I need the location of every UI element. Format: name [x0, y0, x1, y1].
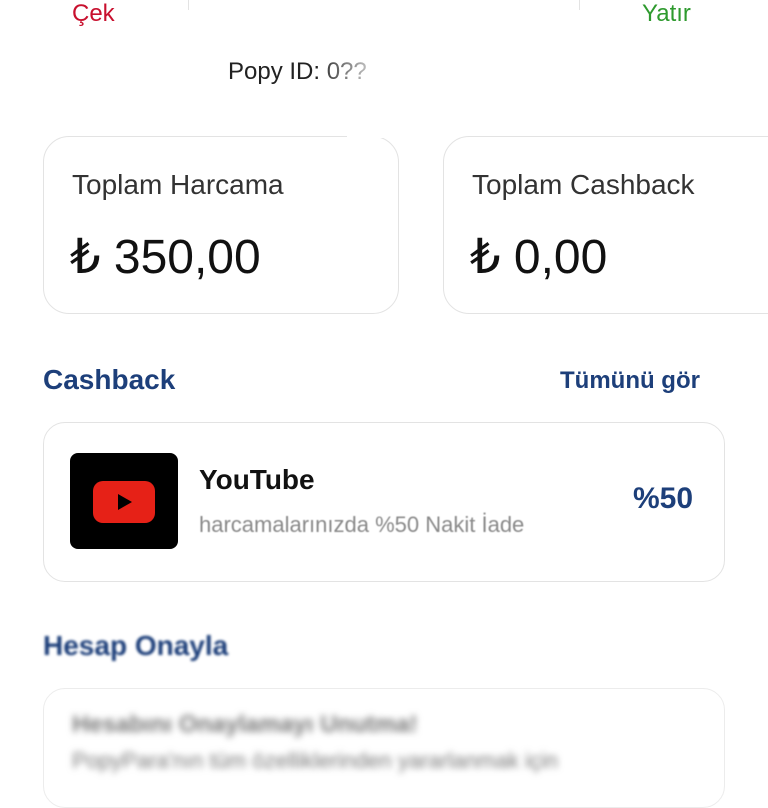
header-overlay	[347, 100, 399, 138]
withdraw-button[interactable]: Çek	[72, 0, 115, 28]
youtube-icon	[70, 453, 178, 549]
user-id-label: Popy ID: 0??	[228, 58, 367, 85]
total-cashback-label: Toplam Cashback	[472, 169, 695, 200]
total-spend-label: Toplam Harcama	[72, 169, 284, 200]
verify-card-text: PopyPara'nın tüm özelliklerinden yararla…	[72, 748, 558, 773]
offer-name: YouTube	[199, 464, 315, 495]
verify-account-title: Hesap Onayla	[43, 630, 229, 661]
offer-description: harcamalarınızda %50 Nakit İade	[199, 512, 525, 537]
play-icon	[118, 494, 132, 510]
see-all-link[interactable]: Tümünü gör	[560, 367, 700, 395]
total-cashback-value: ₺ 0,00	[470, 231, 608, 284]
verify-card-heading: Hesabını Onaylamayı Unutma!	[72, 711, 418, 738]
cashback-section-title: Cashback	[43, 364, 176, 395]
youtube-play-button-icon	[93, 481, 155, 523]
deposit-button[interactable]: Yatır	[642, 0, 691, 28]
total-cashback-card: Toplam Cashback ₺ 0,00	[443, 136, 768, 314]
top-divider-left	[188, 0, 189, 10]
offer-rate: %50	[633, 482, 694, 515]
total-spend-value: ₺ 350,00	[70, 231, 261, 284]
top-divider-right	[579, 0, 580, 10]
total-spend-card: Toplam Harcama ₺ 350,00	[43, 136, 399, 314]
